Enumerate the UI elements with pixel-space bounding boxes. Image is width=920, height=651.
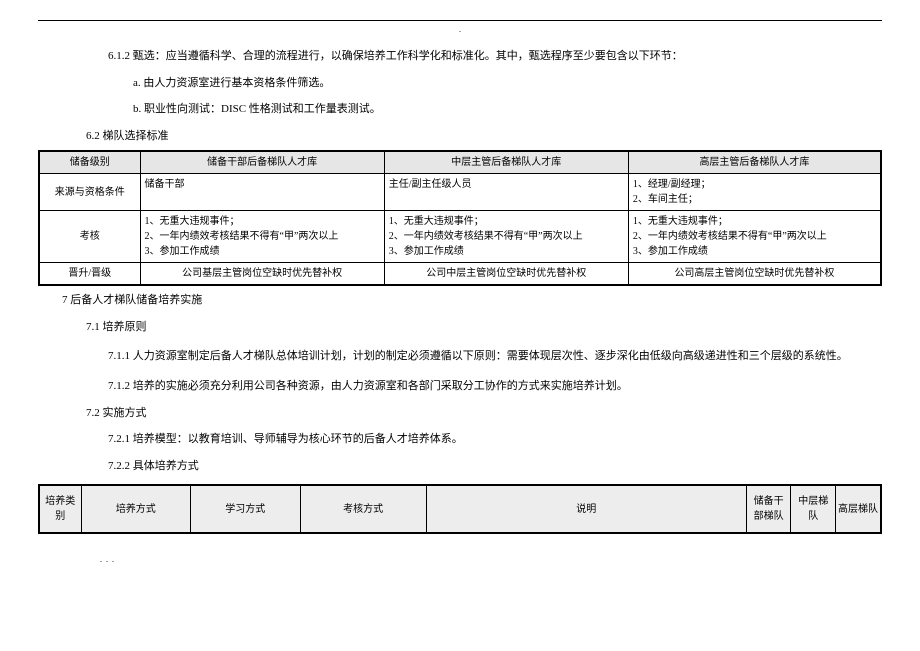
t1-row3-c3: 公司高层主管岗位空缺时优先替补权: [628, 263, 881, 286]
t2-h1: 培养方式: [81, 485, 190, 533]
para-6-1-2-a: a. 由人力资源室进行基本资格条件筛选。: [38, 75, 882, 92]
t1-row2-c1: 1、无重大违规事件；2、一年内绩效考核结果不得有“甲”两次以上3、参加工作成绩: [140, 211, 384, 263]
para-7-1-2: 7.1.2 培养的实施必须充分利用公司各种资源，由人力资源室和各部门采取分工协作…: [38, 378, 882, 395]
t1-row3-c2: 公司中层主管岗位空缺时优先替补权: [384, 263, 628, 286]
ellipsis-bottom: . . .: [38, 554, 882, 566]
section-7-1: 7.1 培养原则: [38, 319, 882, 336]
t1-row1-label: 来源与资格条件: [39, 174, 140, 211]
t1-row1-c1: 储备干部: [140, 174, 384, 211]
para-6-1-2-b: b. 职业性向测试：DISC 性格测试和工作量表测试。: [38, 101, 882, 118]
section-6-2: 6.2 梯队选择标准: [38, 128, 882, 145]
top-rule: [38, 20, 882, 21]
t2-h7: 高层梯队: [836, 485, 881, 533]
t2-h4: 说明: [426, 485, 746, 533]
para-7-2-2: 7.2.2 具体培养方式: [38, 458, 882, 475]
t1-row3-c1: 公司基层主管岗位空缺时优先替补权: [140, 263, 384, 286]
section-7: 7 后备人才梯队储备培养实施: [38, 292, 882, 309]
t1-row2-label: 考核: [39, 211, 140, 263]
t1-header-senior: 高层主管后备梯队人才库: [628, 151, 881, 174]
t1-row2-c3: 1、无重大违规事件；2、一年内绩效考核结果不得有“甲”两次以上3、参加工作成绩: [628, 211, 881, 263]
para-7-1-1: 7.1.1 人力资源室制定后备人才梯队总体培训计划，计划的制定必须遵循以下原则：…: [38, 345, 882, 368]
t2-h0: 培养类别: [39, 485, 81, 533]
t1-row1-c2: 主任/副主任级人员: [384, 174, 628, 211]
para-7-2-1: 7.2.1 培养模型：以教育培训、导师辅导为核心环节的后备人才培养体系。: [38, 431, 882, 448]
t2-h6: 中层梯队: [791, 485, 836, 533]
para-6-1-2: 6.1.2 甄选：应当遵循科学、合理的流程进行，以确保培养工作科学化和标准化。其…: [38, 48, 882, 65]
table-echelon-criteria: 储备级别 储备干部后备梯队人才库 中层主管后备梯队人才库 高层主管后备梯队人才库…: [38, 150, 882, 286]
t1-row1-c3: 1、经理/副经理；2、车间主任；: [628, 174, 881, 211]
table-training-methods-header: 培养类别 培养方式 学习方式 考核方式 说明 储备干部梯队 中层梯队 高层梯队: [38, 484, 882, 534]
t1-row3-label: 晋升/晋级: [39, 263, 140, 286]
t1-header-middle: 中层主管后备梯队人才库: [384, 151, 628, 174]
t2-h5: 储备干部梯队: [746, 485, 791, 533]
t1-header-level: 储备级别: [39, 151, 140, 174]
t2-h2: 学习方式: [191, 485, 300, 533]
t1-row2-c2: 1、无重大违规事件；2、一年内绩效考核结果不得有“甲”两次以上3、参加工作成绩: [384, 211, 628, 263]
section-7-2: 7.2 实施方式: [38, 405, 882, 422]
t2-h3: 考核方式: [300, 485, 426, 533]
t1-header-reserve: 储备干部后备梯队人才库: [140, 151, 384, 174]
ellipsis-top: .: [38, 24, 882, 36]
